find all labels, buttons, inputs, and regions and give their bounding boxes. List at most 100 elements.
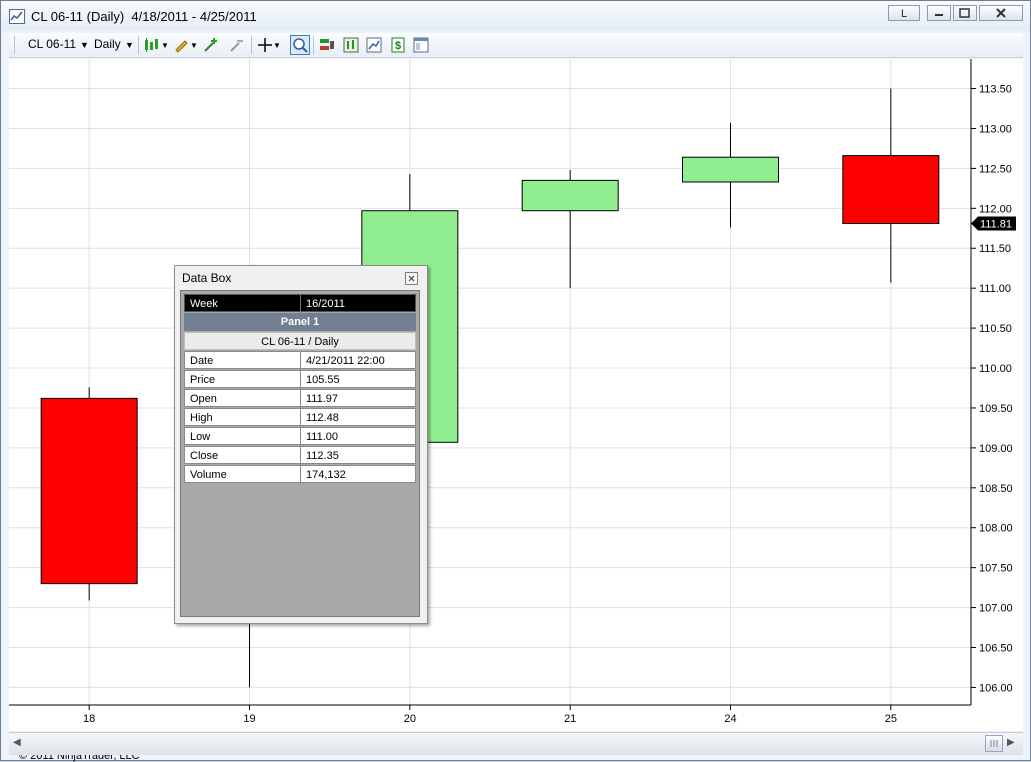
scroll-right-icon[interactable]: ▶ [1007,737,1015,748]
last-price-label: 111.81 [980,218,1012,230]
y-tick-label: 112.50 [979,163,1012,175]
close-icon [996,8,1006,18]
templates-icon[interactable] [413,37,429,53]
y-tick-label: 113.00 [979,123,1012,135]
candle-body [521,179,619,212]
data-box-grid: Week 16/2011 Panel 1 CL 06-11 / Daily Da… [180,290,420,617]
restore-icon [959,8,970,18]
y-tick-label: 112.00 [979,203,1012,215]
data-box-toggle-button[interactable] [290,35,310,55]
data-box-close-button[interactable] [405,272,418,285]
week-row: Week 16/2011 [184,294,416,313]
x-tick-label: 25 [885,713,897,725]
strategy-dollar-icon[interactable]: $ [390,37,406,53]
data-box-value: 112.48 [306,412,339,424]
svg-text:$: $ [395,40,401,52]
data-box-label: High [185,409,301,427]
minimize-icon [935,14,943,16]
minimize-button[interactable] [927,5,951,21]
chart-window: CL 06-11 (Daily) 4/18/2011 - 4/25/2011 L… [0,0,1031,762]
price-chart-panel[interactable]: 106.00 106.50 107.00 107.50 108.00 108.50 109.… [9,59,1023,762]
close-button[interactable] [979,5,1023,21]
price-chart[interactable]: 106.00 106.50 107.00 107.50 108.00 108.50 109.… [9,59,1023,731]
data-box-value: 105.55 [306,374,340,386]
toolbar-separator [313,36,314,54]
scroll-left-icon[interactable]: ◀ [13,737,21,748]
close-icon [408,275,415,282]
y-tick-label: 108.00 [979,523,1013,535]
data-box-row: Open 111.97 [184,389,416,408]
pencil-drawing-icon[interactable] [173,37,189,53]
crosshair-icon[interactable] [257,37,273,53]
data-box-label: Low [185,428,301,446]
y-tick-label: 106.00 [979,682,1013,694]
data-box-value: 111.00 [306,431,339,443]
data-box-window[interactable]: Data Box Week 16/2011 Panel 1 CL 06-11 /… [174,265,428,624]
window-title: CL 06-11 (Daily) 4/18/2011 - 4/25/2011 [31,9,257,24]
data-box-label: Price [185,371,301,389]
data-box-label: Close [185,447,301,465]
candlestick-style-icon[interactable] [144,37,160,53]
chart-properties-icon[interactable] [366,37,382,53]
magnifier-icon [293,38,308,53]
y-tick-label: 109.00 [979,443,1013,455]
week-value: 16/2011 [306,298,345,310]
chevron-down-icon[interactable]: ▼ [190,41,198,50]
candle-body [40,397,138,585]
x-tick-label: 24 [724,713,736,725]
data-box-title: Data Box [182,271,232,285]
grip-icon [990,740,998,747]
y-tick-label: 108.50 [979,483,1013,495]
y-tick-label: 110.00 [979,363,1012,375]
candle-body [682,156,779,183]
instrument-selector[interactable]: CL 06-11 [28,37,76,51]
x-tick-label: 21 [564,713,576,725]
chevron-down-icon[interactable]: ▼ [273,41,281,50]
toolbar-separator [251,36,252,54]
scroll-thumb[interactable] [985,735,1003,752]
chevron-down-icon[interactable]: ▼ [80,40,89,50]
y-tick-label: 111.00 [979,283,1011,295]
chart-app-icon [9,9,25,24]
series-header: CL 06-11 / Daily [184,332,416,350]
toolbar-separator [138,36,139,54]
horizontal-scrollbar[interactable]: ◀ ▶ [9,732,1023,755]
x-tick-label: 20 [404,713,416,725]
title-bar[interactable]: CL 06-11 (Daily) 4/18/2011 - 4/25/2011 L [1,1,1030,31]
y-tick-label: 110.50 [979,323,1012,335]
data-box-label: Date [185,352,301,370]
y-tick-label: 111.50 [979,243,1011,255]
panel-header: Panel 1 [184,313,416,331]
chevron-down-icon[interactable]: ▼ [161,41,169,50]
week-label: Week [185,295,301,313]
data-box-label: Open [185,390,301,408]
chart-trader-icon[interactable] [343,37,359,53]
data-box-value: 4/21/2011 22:00 [306,355,385,367]
data-box-label: Volume [185,466,301,484]
y-tick-label: 109.50 [979,403,1013,415]
link-button[interactable]: L [888,5,920,21]
data-box-row: Volume 174,132 [184,465,416,484]
x-tick-label: 19 [243,713,255,725]
data-box-value: 112.35 [306,450,339,462]
data-box-row: Low 111.00 [184,427,416,446]
y-tick-label: 113.50 [979,84,1012,96]
x-tick-label: 18 [83,713,95,725]
remove-indicator-icon[interactable] [229,37,245,53]
data-box-row: Price 105.55 [184,370,416,389]
data-box-row: Date 4/21/2011 22:00 [184,351,416,370]
chevron-down-icon[interactable]: ▼ [125,40,134,50]
add-indicator-icon[interactable] [203,37,219,53]
y-tick-label: 107.50 [979,563,1013,575]
data-box-value: 111.97 [306,393,339,405]
order-entry-icon[interactable] [319,37,335,53]
y-tick-label: 106.50 [979,643,1013,655]
candle-body [842,155,940,224]
chart-toolbar: CL 06-11 ▼ Daily ▼ ▼ ▼ ▼ $ [9,33,1023,58]
data-box-row: High 112.48 [184,408,416,427]
y-tick-label: 107.00 [979,603,1013,615]
maximize-button[interactable] [953,5,977,21]
period-selector[interactable]: Daily [94,37,121,51]
data-box-row: Close 112.35 [184,446,416,465]
data-box-value: 174,132 [306,469,346,481]
